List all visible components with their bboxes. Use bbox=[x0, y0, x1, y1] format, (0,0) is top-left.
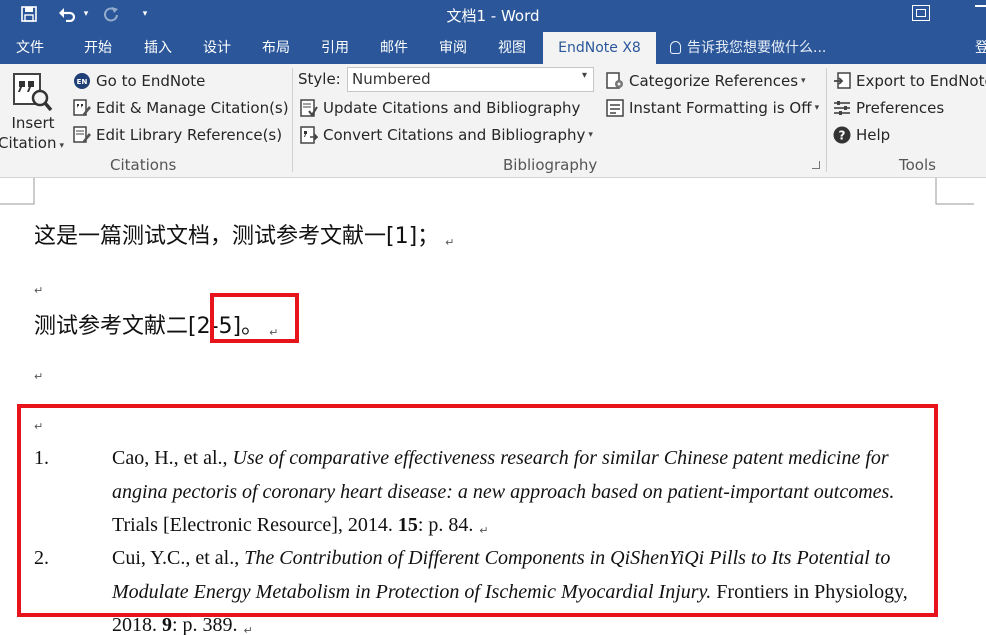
convert-citations-icon bbox=[300, 126, 319, 144]
go-to-endnote-label: Go to EndNote bbox=[96, 72, 206, 90]
tell-me-search[interactable]: 告诉我您想要做什么... bbox=[670, 32, 826, 64]
document-title: 文档1 - Word bbox=[446, 7, 540, 25]
paragraph-mark: ↵ bbox=[34, 284, 44, 297]
update-citations-button[interactable]: Update Citations and Bibliography bbox=[300, 96, 580, 120]
endnote-logo-icon: EN bbox=[73, 72, 91, 90]
preferences-button[interactable]: Preferences bbox=[833, 96, 944, 120]
chevron-down-icon: ▾ bbox=[581, 70, 587, 81]
export-to-endnote-label: Export to EndNote bbox=[856, 72, 986, 90]
export-icon bbox=[833, 72, 851, 90]
help-icon: ? bbox=[833, 126, 851, 144]
categorize-references-button[interactable]: Categorize References ▾ bbox=[606, 69, 806, 93]
chevron-down-icon: ▾ bbox=[801, 76, 806, 86]
edit-library-icon bbox=[73, 126, 91, 144]
insert-citation-label: Insert bbox=[11, 114, 55, 132]
group-divider bbox=[826, 68, 827, 172]
insert-citation-button[interactable]: Insert Citation ▾ bbox=[0, 68, 66, 152]
tab-design[interactable]: 设计 bbox=[195, 32, 239, 64]
instant-formatting-label: Instant Formatting is Off bbox=[629, 99, 812, 117]
svg-text:EN: EN bbox=[77, 78, 88, 86]
paragraph-1-text: 这是一篇测试文档，测试参考文献一[1]； bbox=[34, 224, 440, 249]
categorize-icon bbox=[606, 72, 624, 90]
edit-citation-icon bbox=[73, 99, 91, 117]
sliders-icon bbox=[833, 99, 851, 117]
group-divider bbox=[292, 68, 293, 172]
lightbulb-icon bbox=[670, 41, 681, 54]
reference-pages: : p. 389. bbox=[172, 614, 238, 635]
tab-layout[interactable]: 布局 bbox=[254, 32, 298, 64]
preferences-label: Preferences bbox=[856, 99, 945, 117]
paragraph-1: 这是一篇测试文档，测试参考文献一[1]； ↵ bbox=[34, 218, 454, 250]
endnote-ribbon: Insert Citation ▾ EN Go to EndNote Edit &… bbox=[0, 64, 986, 178]
ribbon-display-options-icon[interactable] bbox=[912, 5, 930, 21]
page-corner-marker-right bbox=[935, 178, 974, 205]
tab-home[interactable]: 开始 bbox=[76, 32, 120, 64]
update-bibliography-icon bbox=[300, 99, 318, 117]
chevron-down-icon: ▾ bbox=[588, 130, 593, 140]
bibliography-highlight-box bbox=[17, 404, 938, 617]
edit-library-references-button[interactable]: Edit Library Reference(s) bbox=[73, 123, 282, 147]
tab-insert[interactable]: 插入 bbox=[136, 32, 180, 64]
tab-references[interactable]: 引用 bbox=[313, 32, 357, 64]
tab-mailings[interactable]: 邮件 bbox=[372, 32, 416, 64]
chevron-down-icon: ▾ bbox=[59, 141, 64, 151]
svg-text:?: ? bbox=[839, 129, 846, 143]
paragraph-mark: ↵ bbox=[34, 370, 44, 383]
categorize-references-label: Categorize References bbox=[629, 72, 799, 90]
bibliography-group-label: Bibliography bbox=[503, 156, 598, 174]
tell-me-text: 告诉我您想要做什么... bbox=[687, 40, 827, 56]
convert-citations-label: Convert Citations and Bibliography bbox=[323, 126, 586, 144]
style-dropdown-value: Numbered bbox=[352, 70, 431, 88]
tab-review[interactable]: 审阅 bbox=[431, 32, 475, 64]
edit-library-references-label: Edit Library Reference(s) bbox=[96, 126, 283, 144]
edit-manage-citations-button[interactable]: Edit & Manage Citation(s) bbox=[73, 96, 289, 120]
paragraph-2-text: 测试参考文献二 bbox=[34, 314, 189, 339]
paragraph-mark: ↵ bbox=[243, 625, 253, 635]
tab-file[interactable]: 文件 bbox=[8, 32, 52, 64]
tools-group-label: Tools bbox=[899, 156, 936, 174]
export-to-endnote-button[interactable]: Export to EndNote bbox=[833, 69, 986, 93]
citations-group-label: Citations bbox=[110, 156, 177, 174]
bibliography-dialog-launcher-icon[interactable] bbox=[812, 161, 820, 169]
title-bar: ▾ ▾ 文档1 - Word bbox=[0, 0, 986, 32]
insert-citation-icon bbox=[13, 72, 53, 112]
ribbon-tabs: 文件 开始 插入 设计 布局 引用 邮件 审阅 视图 EndNote X8 告诉… bbox=[0, 32, 986, 64]
chevron-down-icon: ▾ bbox=[814, 103, 820, 113]
update-citations-label: Update Citations and Bibliography bbox=[323, 99, 581, 117]
empty-paragraph: ↵ bbox=[34, 272, 43, 297]
citation-highlight-box bbox=[210, 293, 299, 343]
help-label: Help bbox=[856, 126, 891, 144]
empty-paragraph: ↵ bbox=[34, 358, 43, 383]
page-corner-marker-left bbox=[0, 178, 35, 205]
style-label: Style: bbox=[298, 70, 341, 88]
tab-endnote[interactable]: EndNote X8 bbox=[543, 32, 656, 64]
insert-citation-label-2: Citation ▾ bbox=[0, 134, 64, 152]
paragraph-mark: ↵ bbox=[445, 236, 455, 249]
go-to-endnote-button[interactable]: EN Go to EndNote bbox=[73, 69, 205, 93]
instant-formatting-icon bbox=[606, 99, 624, 117]
reference-volume: 9 bbox=[162, 614, 172, 635]
style-dropdown[interactable]: Numbered ▾ bbox=[347, 67, 594, 92]
document-canvas[interactable]: 这是一篇测试文档，测试参考文献一[1]； ↵ ↵ 测试参考文献二[2-5]。 ↵ ↵… bbox=[0, 178, 986, 635]
help-button[interactable]: ? Help bbox=[833, 123, 890, 147]
tab-view[interactable]: 视图 bbox=[490, 32, 534, 64]
minimize-icon[interactable] bbox=[975, 5, 986, 7]
instant-formatting-button[interactable]: Instant Formatting is Off ▾ bbox=[606, 96, 819, 120]
edit-manage-citations-label: Edit & Manage Citation(s) bbox=[96, 99, 289, 117]
sign-in-link[interactable]: 登 bbox=[975, 32, 986, 64]
convert-citations-button[interactable]: Convert Citations and Bibliography ▾ bbox=[300, 123, 593, 147]
